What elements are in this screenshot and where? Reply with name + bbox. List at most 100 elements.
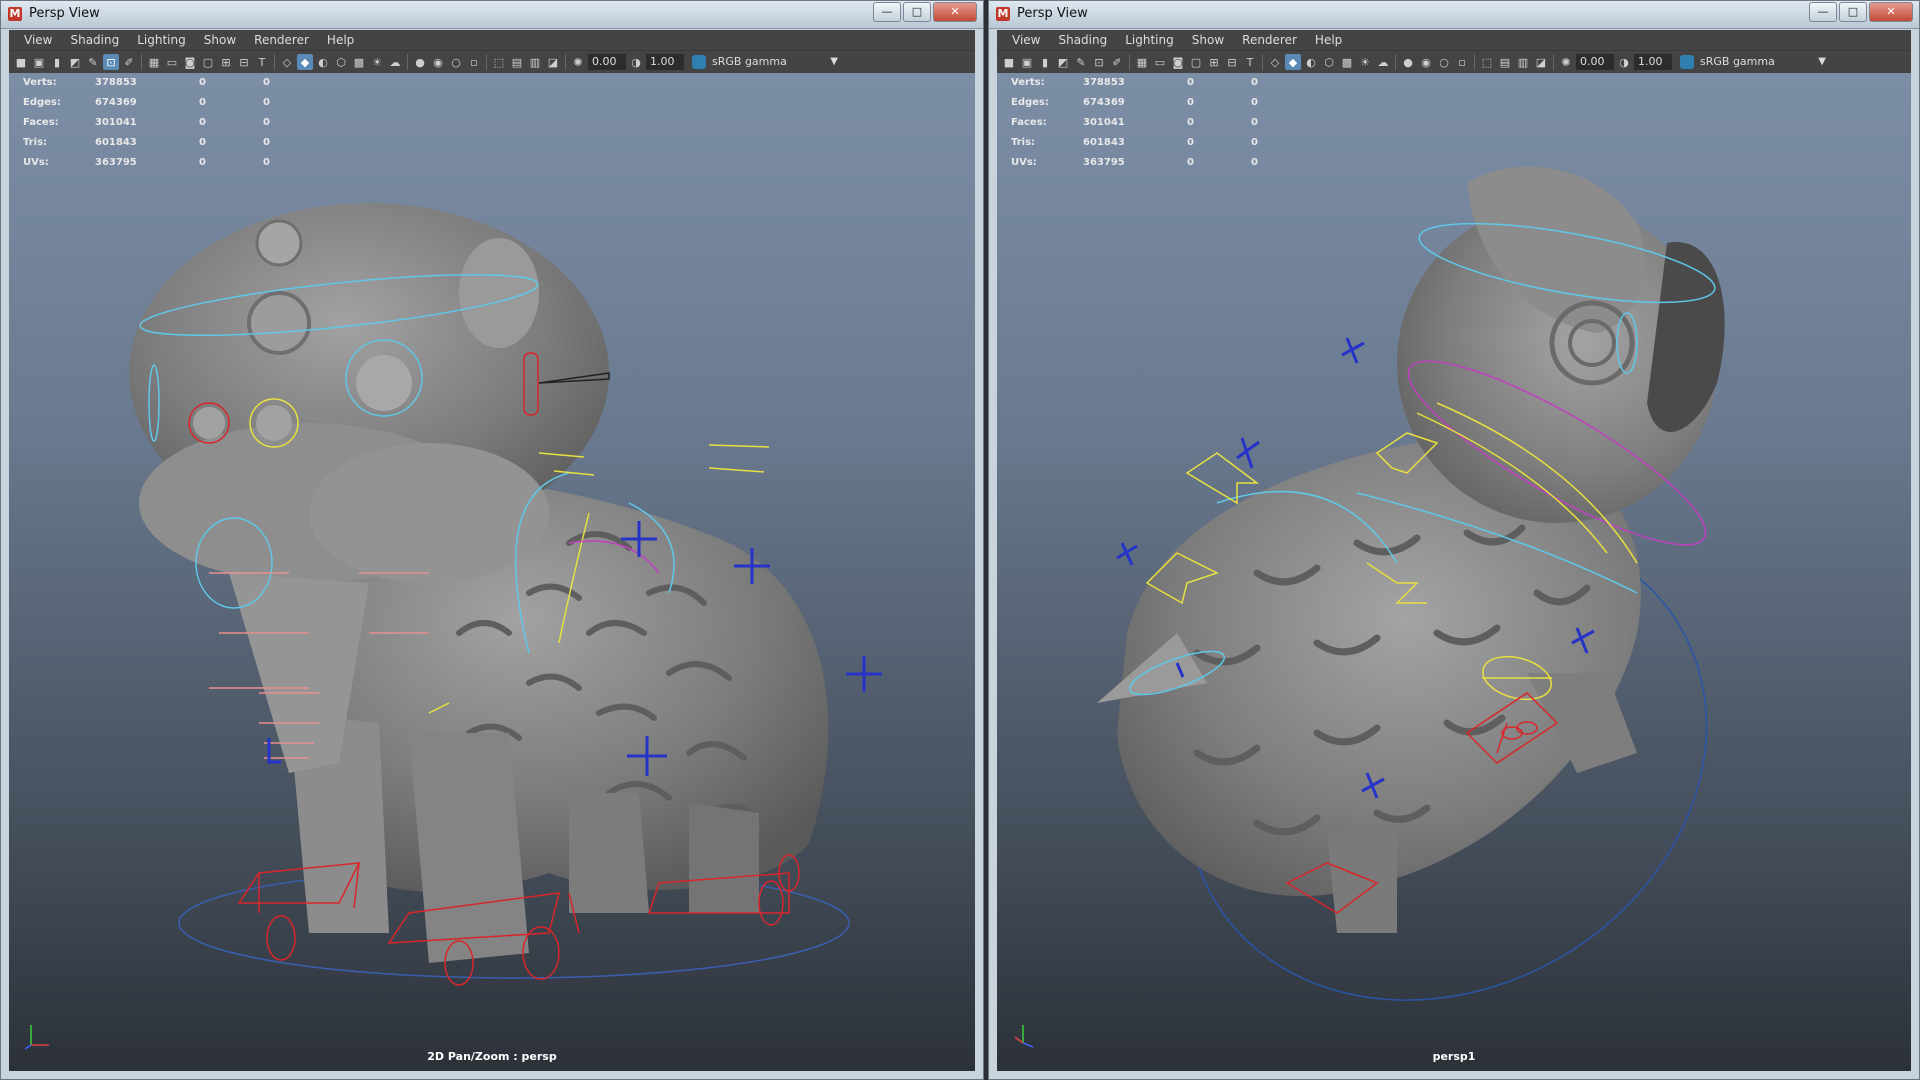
isolate-select-icon[interactable]: ⬚: [1479, 54, 1495, 70]
lion-model-left[interactable]: [9, 73, 975, 1071]
grid-icon[interactable]: ▦: [146, 54, 162, 70]
hud-row-uvs: UVs: 363795 0 0: [1011, 152, 1291, 172]
smooth-shade-icon[interactable]: ◆: [1285, 54, 1301, 70]
menu-help[interactable]: Help: [1306, 30, 1351, 50]
gate-mask-icon[interactable]: ▢: [1188, 54, 1204, 70]
xray-joints-icon[interactable]: ◪: [545, 54, 561, 70]
left-titlebar[interactable]: M Persp View — □ ✕: [1, 1, 983, 29]
camera-attributes-icon[interactable]: ▣: [31, 54, 47, 70]
two-d-pan-zoom-icon[interactable]: ⊡: [1091, 54, 1107, 70]
chevron-down-icon[interactable]: ▼: [1818, 53, 1826, 71]
camera-select-icon[interactable]: ■: [1001, 54, 1017, 70]
shadows-icon[interactable]: ☁: [1375, 54, 1391, 70]
safe-action-icon[interactable]: ⊟: [1224, 54, 1240, 70]
gate-mask-icon[interactable]: ▢: [200, 54, 216, 70]
pencil-icon[interactable]: ✐: [121, 54, 137, 70]
anti-aliasing-icon[interactable]: ○: [448, 54, 464, 70]
xray-active-icon[interactable]: ▥: [527, 54, 543, 70]
wireframe-on-shaded-icon[interactable]: ⬡: [1321, 54, 1337, 70]
wireframe-icon[interactable]: ◇: [279, 54, 295, 70]
left-viewport-window[interactable]: M Persp View — □ ✕ View Shading Lighting…: [0, 0, 984, 1080]
menu-shading[interactable]: Shading: [61, 30, 128, 50]
camera-attributes-icon[interactable]: ▣: [1019, 54, 1035, 70]
bookmark-icon[interactable]: ▮: [49, 54, 65, 70]
camera-select-icon[interactable]: ■: [13, 54, 29, 70]
minimize-button[interactable]: —: [873, 2, 901, 22]
exposure-icon[interactable]: ✺: [1558, 54, 1574, 70]
field-chart-icon[interactable]: ⊞: [1206, 54, 1222, 70]
lights-icon[interactable]: ☀: [1357, 54, 1373, 70]
smooth-shade-icon[interactable]: ◆: [297, 54, 313, 70]
menu-help[interactable]: Help: [318, 30, 363, 50]
menu-view[interactable]: View: [1003, 30, 1049, 50]
isolate-select-icon[interactable]: ⬚: [491, 54, 507, 70]
minimize-button[interactable]: —: [1809, 2, 1837, 22]
bookmark-icon[interactable]: ▮: [1037, 54, 1053, 70]
menu-lighting[interactable]: Lighting: [128, 30, 195, 50]
two-d-pan-zoom-icon[interactable]: ⊡: [103, 54, 119, 70]
motion-blur-icon[interactable]: ◉: [1418, 54, 1434, 70]
right-viewport-window[interactable]: M Persp View — □ ✕ View Shading Lighting…: [988, 0, 1920, 1080]
field-chart-icon[interactable]: ⊞: [218, 54, 234, 70]
resolution-gate-icon[interactable]: ◙: [1170, 54, 1186, 70]
lion-model-right[interactable]: [997, 73, 1911, 1071]
film-gate-icon[interactable]: ▭: [1152, 54, 1168, 70]
ambient-occlusion-icon[interactable]: ●: [412, 54, 428, 70]
close-button[interactable]: ✕: [1869, 2, 1913, 22]
motion-blur-icon[interactable]: ◉: [430, 54, 446, 70]
gamma-field[interactable]: 1.00: [1634, 54, 1672, 70]
safe-title-icon[interactable]: T: [1242, 54, 1258, 70]
close-button[interactable]: ✕: [933, 2, 977, 22]
color-management-icon[interactable]: [1680, 55, 1694, 69]
grease-pencil-icon[interactable]: ✎: [1073, 54, 1089, 70]
default-material-icon[interactable]: ◐: [1303, 54, 1319, 70]
anti-aliasing-icon[interactable]: ○: [1436, 54, 1452, 70]
gamma-field[interactable]: 1.00: [646, 54, 684, 70]
wireframe-icon[interactable]: ◇: [1267, 54, 1283, 70]
depth-of-field-icon[interactable]: ▫: [466, 54, 482, 70]
textured-icon[interactable]: ▩: [351, 54, 367, 70]
grease-pencil-icon[interactable]: ✎: [85, 54, 101, 70]
menu-view[interactable]: View: [15, 30, 61, 50]
camera-name-label: 2D Pan/Zoom : persp: [427, 1050, 557, 1063]
color-management-icon[interactable]: [692, 55, 706, 69]
menu-show[interactable]: Show: [1183, 30, 1233, 50]
wireframe-on-shaded-icon[interactable]: ⬡: [333, 54, 349, 70]
menu-lighting[interactable]: Lighting: [1116, 30, 1183, 50]
maximize-button[interactable]: □: [1839, 2, 1867, 22]
grid-icon[interactable]: ▦: [1134, 54, 1150, 70]
menu-renderer[interactable]: Renderer: [245, 30, 318, 50]
xray-icon[interactable]: ▤: [1497, 54, 1513, 70]
xray-active-icon[interactable]: ▥: [1515, 54, 1531, 70]
depth-of-field-icon[interactable]: ▫: [1454, 54, 1470, 70]
exposure-field[interactable]: 0.00: [1576, 54, 1614, 70]
exposure-field[interactable]: 0.00: [588, 54, 626, 70]
safe-title-icon[interactable]: T: [254, 54, 270, 70]
xray-icon[interactable]: ▤: [509, 54, 525, 70]
film-gate-icon[interactable]: ▭: [164, 54, 180, 70]
chevron-down-icon[interactable]: ▼: [830, 53, 838, 71]
textured-icon[interactable]: ▩: [1339, 54, 1355, 70]
default-material-icon[interactable]: ◐: [315, 54, 331, 70]
xray-joints-icon[interactable]: ◪: [1533, 54, 1549, 70]
color-space-select[interactable]: sRGB gamma ▼: [1680, 53, 1830, 71]
lights-icon[interactable]: ☀: [369, 54, 385, 70]
safe-action-icon[interactable]: ⊟: [236, 54, 252, 70]
image-plane-icon[interactable]: ◩: [1055, 54, 1071, 70]
resolution-gate-icon[interactable]: ◙: [182, 54, 198, 70]
shadows-icon[interactable]: ☁: [387, 54, 403, 70]
gamma-icon[interactable]: ◑: [628, 54, 644, 70]
right-titlebar[interactable]: M Persp View — □ ✕: [989, 1, 1919, 29]
image-plane-icon[interactable]: ◩: [67, 54, 83, 70]
ambient-occlusion-icon[interactable]: ●: [1400, 54, 1416, 70]
viewport-3d-left[interactable]: Verts: 378853 0 0 Edges: 674369 0 0 Face…: [9, 73, 975, 1071]
gamma-icon[interactable]: ◑: [1616, 54, 1632, 70]
menu-shading[interactable]: Shading: [1049, 30, 1116, 50]
maximize-button[interactable]: □: [903, 2, 931, 22]
menu-show[interactable]: Show: [195, 30, 245, 50]
pencil-icon[interactable]: ✐: [1109, 54, 1125, 70]
color-space-select[interactable]: sRGB gamma ▼: [692, 53, 842, 71]
viewport-3d-right[interactable]: Verts: 378853 0 0 Edges: 674369 0 0 Face…: [997, 73, 1911, 1071]
menu-renderer[interactable]: Renderer: [1233, 30, 1306, 50]
exposure-icon[interactable]: ✺: [570, 54, 586, 70]
